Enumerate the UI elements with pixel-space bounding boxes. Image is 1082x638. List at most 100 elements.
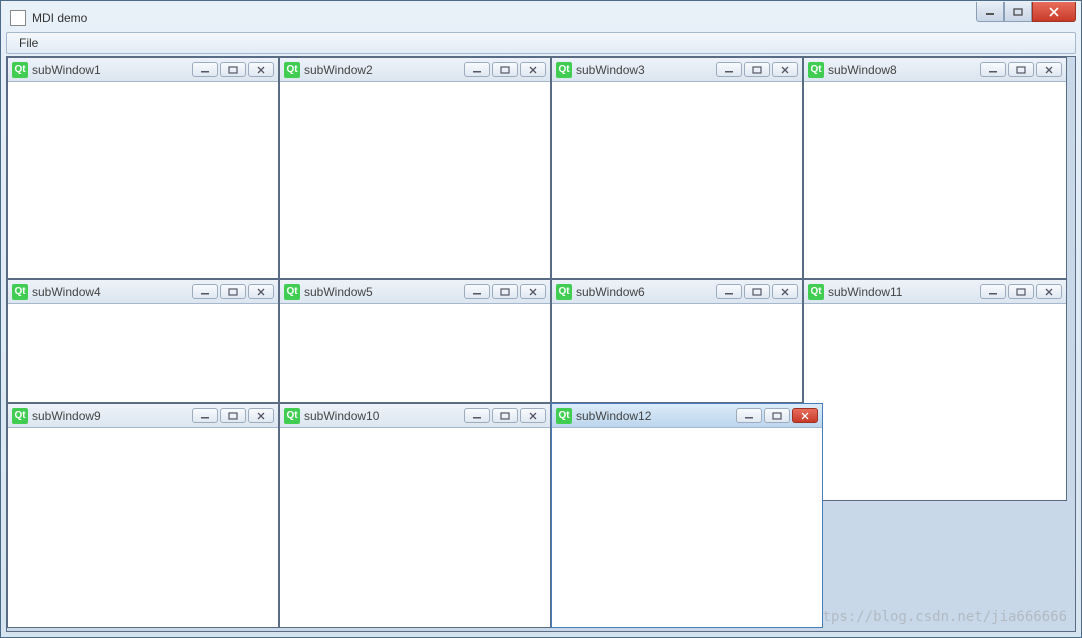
close-icon [255, 66, 267, 74]
qt-icon: Qt [808, 284, 824, 300]
subwindow-titlebar[interactable]: QtsubWindow8 [804, 58, 1066, 82]
subwindow-close-button[interactable] [772, 62, 798, 77]
subwindow-max-button[interactable] [1008, 284, 1034, 299]
subwindow-title: subWindow9 [32, 409, 192, 423]
subwindow-content[interactable] [280, 82, 550, 278]
subwindow-max-button[interactable] [1008, 62, 1034, 77]
subwindow[interactable]: QtsubWindow1 [7, 57, 279, 279]
menu-file[interactable]: File [13, 34, 44, 52]
subwindow-max-button[interactable] [492, 284, 518, 299]
qt-icon: Qt [12, 408, 28, 424]
subwindow-close-button[interactable] [772, 284, 798, 299]
subwindow[interactable]: Qt subWindow9 [7, 403, 279, 628]
subwindow-titlebar[interactable]: QtsubWindow4 [8, 280, 278, 304]
subwindow-close-button[interactable] [248, 62, 274, 77]
subwindow[interactable]: QtsubWindow10 [279, 403, 551, 628]
close-icon [255, 288, 267, 296]
subwindow-content[interactable] [552, 304, 802, 402]
subwindow-max-button[interactable] [220, 284, 246, 299]
subwindow-close-button[interactable] [520, 62, 546, 77]
subwindow-close-button[interactable] [248, 408, 274, 423]
minimize-icon [987, 66, 999, 74]
close-icon [527, 288, 539, 296]
subwindow-titlebar[interactable]: QtsubWindow3 [552, 58, 802, 82]
maximize-icon [499, 288, 511, 296]
subwindow-title: subWindow10 [304, 409, 464, 423]
close-icon [779, 66, 791, 74]
maximize-icon [751, 288, 763, 296]
subwindow-titlebar[interactable]: Qt subWindow11 [804, 280, 1066, 304]
qt-icon: Qt [556, 408, 572, 424]
subwindow-max-button[interactable] [220, 62, 246, 77]
subwindow-close-button[interactable] [1036, 284, 1062, 299]
subwindow-title: subWindow3 [576, 63, 716, 77]
subwindow-content[interactable] [8, 82, 278, 278]
subwindow-titlebar[interactable]: QtsubWindow2 [280, 58, 550, 82]
subwindow-min-button[interactable] [980, 62, 1006, 77]
close-icon [255, 412, 267, 420]
subwindow-max-button[interactable] [764, 408, 790, 423]
subwindow-content[interactable] [804, 304, 1066, 500]
subwindow-title: subWindow1 [32, 63, 192, 77]
main-titlebar[interactable]: MDI demo [6, 6, 1076, 30]
subwindow-titlebar[interactable]: QtsubWindow12 [552, 404, 822, 428]
maximize-icon [499, 66, 511, 74]
maximize-icon [227, 412, 239, 420]
subwindow-controls [192, 62, 274, 77]
subwindow-content[interactable] [552, 428, 822, 627]
subwindow-titlebar[interactable]: QtsubWindow1 [8, 58, 278, 82]
subwindow-max-button[interactable] [744, 284, 770, 299]
subwindow-title: subWindow6 [576, 285, 716, 299]
mdi-area[interactable]: https://blog.csdn.net/jia666666 QtsubWin… [6, 56, 1076, 632]
maximize-button[interactable] [1004, 2, 1032, 22]
maximize-icon [1013, 8, 1023, 16]
subwindow-titlebar[interactable]: Qt subWindow9 [8, 404, 278, 428]
subwindow-controls [980, 62, 1062, 77]
subwindow-close-button[interactable] [520, 408, 546, 423]
subwindow[interactable]: QtsubWindow6 [551, 279, 803, 403]
subwindow-min-button[interactable] [736, 408, 762, 423]
subwindow-content[interactable] [552, 82, 802, 278]
subwindow-min-button[interactable] [716, 284, 742, 299]
close-icon [779, 288, 791, 296]
subwindow-max-button[interactable] [492, 408, 518, 423]
subwindow[interactable]: QtsubWindow4 [7, 279, 279, 403]
subwindow-close-button[interactable] [1036, 62, 1062, 77]
subwindow-content[interactable] [8, 304, 278, 402]
close-button[interactable] [1032, 2, 1076, 22]
subwindow[interactable]: QtsubWindow2 [279, 57, 551, 279]
subwindow-min-button[interactable] [464, 62, 490, 77]
subwindow-min-button[interactable] [192, 62, 218, 77]
subwindow[interactable]: QtsubWindow12 [551, 403, 823, 628]
subwindow-content[interactable] [280, 304, 550, 402]
subwindow-content[interactable] [280, 428, 550, 627]
subwindow-close-button[interactable] [248, 284, 274, 299]
subwindow[interactable]: Qt subWindow11 [803, 279, 1067, 501]
subwindow-content[interactable] [804, 82, 1066, 278]
subwindow-max-button[interactable] [492, 62, 518, 77]
subwindow-min-button[interactable] [464, 408, 490, 423]
subwindow-min-button[interactable] [980, 284, 1006, 299]
subwindow-titlebar[interactable]: QtsubWindow5 [280, 280, 550, 304]
subwindow-min-button[interactable] [192, 408, 218, 423]
subwindow[interactable]: QtsubWindow8 [803, 57, 1067, 279]
subwindow-titlebar[interactable]: QtsubWindow10 [280, 404, 550, 428]
subwindow-min-button[interactable] [192, 284, 218, 299]
subwindow-title: subWindow4 [32, 285, 192, 299]
minimize-button[interactable] [976, 2, 1004, 22]
subwindow-max-button[interactable] [220, 408, 246, 423]
maximize-icon [1015, 66, 1027, 74]
subwindow-min-button[interactable] [464, 284, 490, 299]
subwindow-max-button[interactable] [744, 62, 770, 77]
subwindow-controls [464, 62, 546, 77]
subwindow-content[interactable] [8, 428, 278, 627]
subwindow-close-button[interactable] [520, 284, 546, 299]
subwindow-title: subWindow8 [828, 63, 980, 77]
window-title: MDI demo [32, 11, 87, 25]
subwindow-titlebar[interactable]: QtsubWindow6 [552, 280, 802, 304]
subwindow-min-button[interactable] [716, 62, 742, 77]
subwindow[interactable]: QtsubWindow3 [551, 57, 803, 279]
subwindow[interactable]: QtsubWindow5 [279, 279, 551, 403]
subwindow-title: subWindow11 [828, 285, 980, 299]
subwindow-close-button[interactable] [792, 408, 818, 423]
